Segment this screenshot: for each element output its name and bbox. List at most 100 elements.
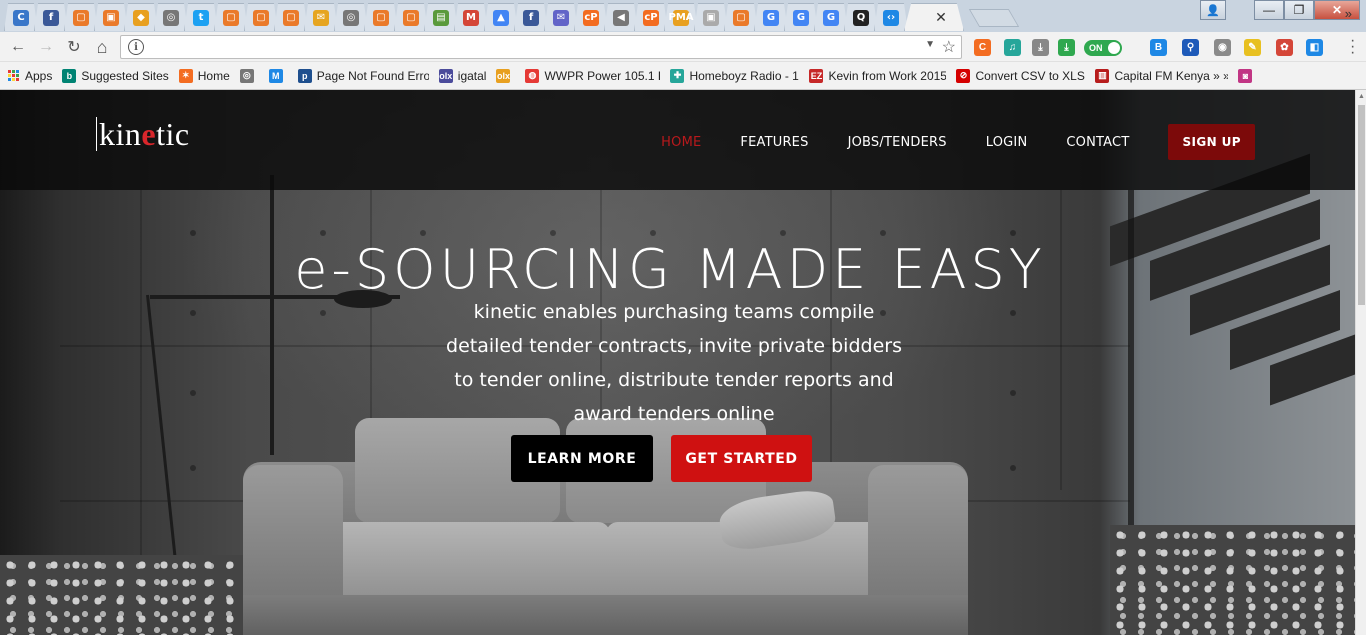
browser-tab[interactable]: ◀ [604,3,638,31]
bookmark-item[interactable]: M [268,68,288,83]
scroll-up-icon[interactable]: ▲ [1358,93,1365,100]
browser-tab[interactable]: ✉ [544,3,578,31]
browser-tab-active[interactable]: ✕ [904,3,964,31]
tab-favicon-icon: f [523,9,539,26]
browser-tab[interactable]: G [754,3,788,31]
minimize-button[interactable]: — [1254,0,1284,20]
nav-features[interactable]: FEATURES [740,135,808,150]
bookmark-item[interactable]: ◍ WWPR Power 105.1 F [525,68,661,83]
browser-tab[interactable]: t [184,3,218,31]
nav-home[interactable]: HOME [661,135,701,150]
sign-up-button[interactable]: SIGN UP [1168,124,1255,160]
browser-tab[interactable]: ▢ [724,3,758,31]
home-button[interactable]: ⌂ [92,37,112,57]
browser-tab[interactable]: ▣ [694,3,728,31]
browser-tab[interactable]: ▢ [214,3,248,31]
bookmark-item[interactable]: ⊘ Convert CSV to XLSX ( [956,68,1085,83]
profile-button[interactable]: 👤 [1200,0,1226,20]
browser-tab[interactable]: ▢ [364,3,398,31]
bookmark-item[interactable]: ◙ [1238,68,1257,83]
extension-icon[interactable]: C [974,39,991,56]
address-bar[interactable]: i ▼ ☆ [120,35,962,59]
browser-tab[interactable]: ‹› [874,3,908,31]
chrome-menu-icon[interactable]: · · · [1350,33,1355,61]
browser-tab[interactable]: cP [634,3,668,31]
bookmark-item[interactable]: olx igatal [438,68,486,83]
chevron-down-icon[interactable]: ▼ [925,39,935,50]
maximize-button[interactable]: ❐ [1284,0,1314,20]
browser-tab[interactable]: ✉ [304,3,338,31]
nav-jobs-tenders[interactable]: JOBS/TENDERS [848,135,947,150]
learn-more-button[interactable]: LEARN MORE [511,435,653,482]
bookmark-item[interactable]: Apps [8,69,52,83]
browser-tab[interactable]: ▢ [274,3,308,31]
browser-tab[interactable]: ▤ [424,3,458,31]
extension-icon[interactable]: ✎ [1244,39,1261,56]
close-window-button[interactable]: ✕ [1314,0,1360,20]
address-input[interactable] [155,38,915,56]
bookmark-item[interactable]: EZ Kevin from Work 2015 [809,68,946,83]
bookmarks-more-icon[interactable]: » [1345,6,1352,21]
browser-tab[interactable]: ◆ [124,3,158,31]
extension-icon[interactable]: ♫ [1004,39,1021,56]
browser-tab[interactable]: G [784,3,818,31]
bookmark-item[interactable]: ◎ [239,68,259,83]
tab-favicon-icon: ▢ [223,9,239,26]
browser-tab[interactable]: ▢ [244,3,278,31]
extension-icon[interactable]: ✿ [1276,39,1293,56]
tab-strip: Cf ▢ ▣ ◆ ◎ t ▢ ▢ ▢ ✉ ◎ ▢ ▢ ▤ M ▲ f ✉ cP ◀ cP PMA ▣ ▢ G G G Q ‹› ✕ 👤 —… [0,0,1366,32]
extension-toggle-on[interactable]: ON [1084,40,1122,56]
nav-login[interactable]: LOGIN [986,135,1028,150]
extension-icon[interactable]: ⤓ [1032,39,1049,56]
logo-text-start: kin [99,116,142,152]
scroll-thumb[interactable] [1358,105,1365,305]
extension-icon[interactable]: B [1150,39,1167,56]
extension-icon[interactable]: ◉ [1214,39,1231,56]
get-started-button[interactable]: GET STARTED [671,435,812,482]
bookmark-favicon-icon: b [62,68,77,83]
browser-tab[interactable]: ▣ [94,3,128,31]
bookmark-favicon-icon: ⊘ [956,68,971,83]
browser-tab[interactable]: G [814,3,848,31]
tab-favicon-icon: Q [853,9,869,26]
browser-tab[interactable]: ▢ [394,3,428,31]
tab-favicon-icon: M [463,9,479,26]
back-button[interactable]: ← [8,37,28,57]
bookmark-item[interactable]: p Page Not Found Error [297,68,429,83]
browser-tab[interactable]: PMA [664,3,698,31]
browser-tab[interactable]: ▢ [64,3,98,31]
bookmark-item[interactable]: ▥ Capital FM Kenya » » [1095,68,1228,83]
tab-favicon-icon: f [43,9,59,26]
tab-favicon-icon: ▢ [283,9,299,26]
new-tab-button[interactable] [968,9,1020,27]
browser-tab[interactable]: M [454,3,488,31]
bookmark-item[interactable]: ✶ Home [178,68,230,83]
extension-icon[interactable]: ◧ [1306,39,1323,56]
logo-bar [96,117,97,151]
forward-button[interactable]: → [36,37,56,57]
extension-icon[interactable]: ⚲ [1182,39,1199,56]
bookmark-label: Home [197,68,230,83]
reload-button[interactable]: ↻ [64,37,84,57]
bookmark-star-icon[interactable]: ☆ [942,37,956,57]
browser-tab[interactable]: Q [844,3,878,31]
browser-tab[interactable]: f [514,3,548,31]
browser-tab[interactable]: ◎ [334,3,368,31]
extension-icon[interactable]: ⤓ [1058,39,1075,56]
bookmark-item[interactable]: olx [496,68,515,83]
browser-tab[interactable]: f [34,3,68,31]
bookmark-label: Homeboyz Radio - 10 [689,68,800,83]
browser-tab[interactable]: C [4,3,38,31]
browser-tab[interactable]: ▲ [484,3,518,31]
site-info-icon[interactable]: i [128,39,144,55]
bookmark-item[interactable]: ✚ Homeboyz Radio - 10 [670,68,800,83]
nav-contact[interactable]: CONTACT [1066,135,1129,150]
bookmark-item[interactable]: b Suggested Sites [62,68,169,83]
bookmark-label: WWPR Power 105.1 F [544,68,661,83]
bookmark-favicon-icon: ◙ [1238,68,1253,83]
kinetic-logo[interactable]: kinetic [96,116,190,153]
browser-tab[interactable]: ◎ [154,3,188,31]
close-icon[interactable]: ✕ [935,9,947,26]
browser-tab[interactable]: cP [574,3,608,31]
page-scrollbar[interactable]: ▲ [1355,90,1366,635]
